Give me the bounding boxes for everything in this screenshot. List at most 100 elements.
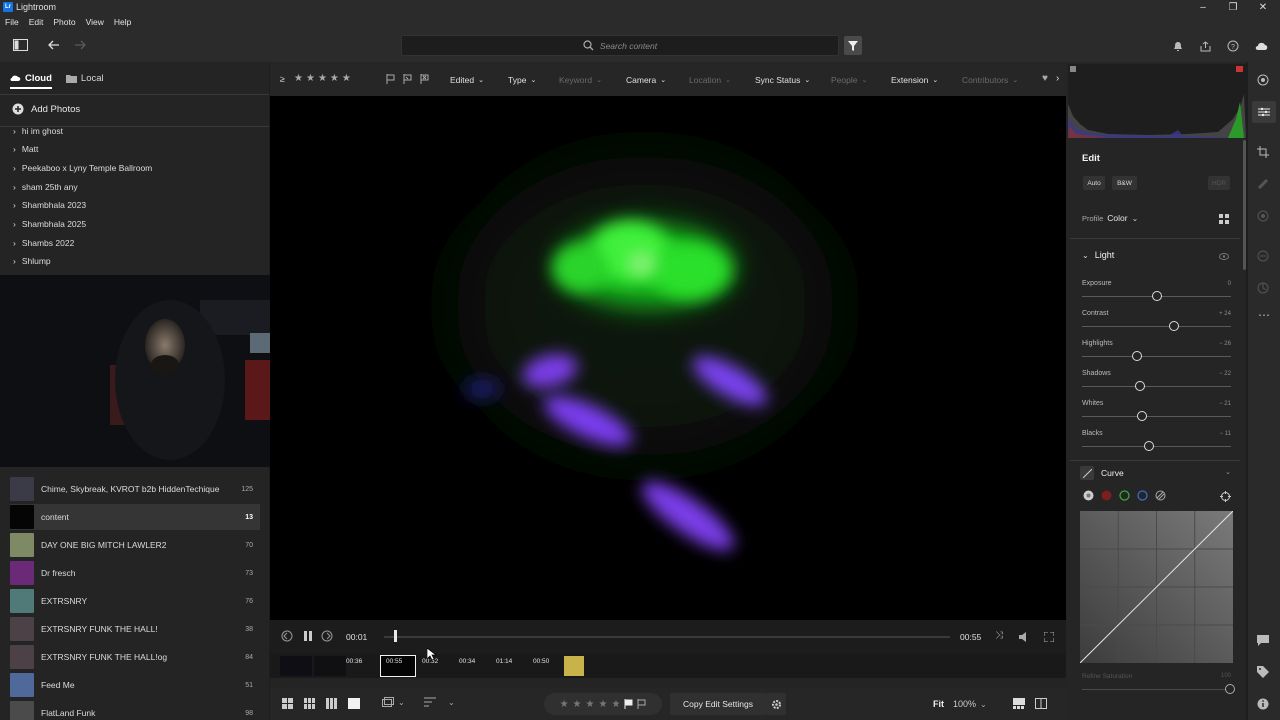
album-item[interactable]: › sham 25th any bbox=[13, 180, 78, 194]
flag-pick-icon[interactable] bbox=[624, 699, 633, 709]
tone-curve-graph[interactable] bbox=[1080, 511, 1233, 663]
panel-scrollbar[interactable] bbox=[1243, 140, 1246, 270]
info-icon[interactable] bbox=[1256, 73, 1270, 87]
rating-operator[interactable]: ≥ bbox=[280, 74, 285, 84]
presets-icon[interactable] bbox=[1256, 281, 1270, 295]
slider-track[interactable] bbox=[1082, 356, 1231, 357]
gear-icon[interactable] bbox=[766, 693, 786, 715]
slider-track[interactable] bbox=[1082, 416, 1231, 417]
back-arrow-icon[interactable] bbox=[46, 38, 62, 52]
collection-item[interactable]: DAY ONE BIG MITCH LAWLER2 70 bbox=[10, 532, 260, 558]
forward-arrow-icon[interactable] bbox=[72, 38, 88, 52]
curve-section-title[interactable]: Curve bbox=[1101, 468, 1124, 478]
flag-pick-icon[interactable] bbox=[403, 74, 412, 84]
video-scrubber[interactable] bbox=[384, 636, 950, 638]
star-icon[interactable]: ★ bbox=[611, 699, 620, 710]
shuffle-icon[interactable]: ⤨ bbox=[995, 630, 1003, 641]
fast-forward-icon[interactable] bbox=[321, 630, 333, 642]
before-after-icon[interactable] bbox=[1035, 698, 1047, 709]
slider-track[interactable] bbox=[1082, 446, 1231, 447]
album-item[interactable]: › Matt bbox=[13, 142, 38, 156]
fit-button[interactable]: Fit bbox=[933, 699, 944, 709]
collection-item[interactable]: EXTRSNRY FUNK THE HALL!og 84 bbox=[10, 644, 260, 670]
edit-sliders-icon[interactable] bbox=[1252, 101, 1276, 123]
slider-track[interactable] bbox=[1082, 386, 1231, 387]
search-input[interactable]: Search content bbox=[600, 41, 657, 51]
comment-icon[interactable] bbox=[1256, 633, 1270, 647]
album-item[interactable]: › Shambhala 2023 bbox=[13, 198, 86, 212]
grid-icon[interactable] bbox=[304, 698, 316, 709]
menu-photo[interactable]: Photo bbox=[53, 17, 75, 27]
rgb-channel-icon[interactable] bbox=[1083, 490, 1094, 501]
refine-saturation-value[interactable]: 100 bbox=[1221, 673, 1231, 679]
album-item[interactable]: › Shambs 2022 bbox=[13, 236, 74, 250]
slider-value[interactable]: − 21 bbox=[1219, 401, 1231, 407]
slider-value[interactable]: − 11 bbox=[1220, 431, 1231, 437]
filter-location[interactable]: Location ⌄ bbox=[689, 75, 731, 85]
flag-reject-icon[interactable] bbox=[420, 74, 429, 84]
shadow-clipping-icon[interactable] bbox=[1070, 66, 1076, 72]
slideshow-button[interactable]: ⌄ bbox=[382, 697, 405, 708]
blacks-slider-knob[interactable] bbox=[1144, 441, 1155, 451]
playhead[interactable] bbox=[394, 630, 398, 642]
star-icon[interactable]: ★ bbox=[586, 699, 595, 710]
filter-icon[interactable] bbox=[844, 36, 862, 55]
hdr-button[interactable]: HDR bbox=[1208, 176, 1230, 190]
collection-item[interactable]: FlatLand Funk 98 bbox=[10, 700, 260, 720]
filter-keyword[interactable]: Keyword ⌄ bbox=[559, 75, 602, 85]
share-icon[interactable] bbox=[1198, 39, 1212, 53]
minimize-icon[interactable]: – bbox=[1188, 0, 1218, 14]
filmstrip-thumbnail[interactable] bbox=[314, 656, 346, 676]
tab-cloud[interactable]: Cloud bbox=[10, 73, 52, 89]
slider-value[interactable]: − 26 bbox=[1219, 341, 1231, 347]
star-icon[interactable]: ★ bbox=[560, 699, 569, 710]
parametric-curve-icon[interactable] bbox=[1155, 490, 1166, 501]
bw-button[interactable]: B&W bbox=[1112, 176, 1137, 190]
compare-view-icon[interactable] bbox=[326, 698, 338, 709]
collection-item[interactable]: EXTRSNRY FUNK THE HALL! 38 bbox=[10, 616, 260, 642]
info-circle-icon[interactable] bbox=[1256, 697, 1270, 711]
collection-item[interactable]: Feed Me 51 bbox=[10, 672, 260, 698]
more-options-icon[interactable]: ⋯ bbox=[1258, 308, 1270, 322]
green-channel-icon[interactable] bbox=[1119, 490, 1130, 501]
red-channel-icon[interactable] bbox=[1101, 490, 1112, 501]
menu-edit[interactable]: Edit bbox=[29, 17, 44, 27]
healing-brush-icon[interactable] bbox=[1256, 177, 1270, 191]
filmstrip-toggle-icon[interactable] bbox=[1013, 698, 1025, 709]
zoom-dropdown[interactable]: 100% ⌄ bbox=[953, 699, 987, 709]
refine-saturation-track[interactable] bbox=[1082, 689, 1231, 690]
panel-toggle-icon[interactable] bbox=[12, 38, 28, 52]
filter-sync-status[interactable]: Sync Status ⌄ bbox=[755, 75, 810, 85]
chevron-right-icon[interactable]: › bbox=[1056, 73, 1059, 84]
album-item[interactable]: › Shlump bbox=[13, 254, 51, 268]
masking-icon[interactable] bbox=[1256, 209, 1270, 223]
filter-people[interactable]: People ⌄ bbox=[831, 75, 867, 85]
collection-item[interactable]: Chime, Skybreak, KVROT b2b HiddenTechiqu… bbox=[10, 476, 260, 502]
cloud-sync-icon[interactable] bbox=[1254, 39, 1270, 53]
collection-item[interactable]: content 13 bbox=[10, 504, 260, 530]
slider-value[interactable]: − 22 bbox=[1219, 371, 1231, 377]
copy-edit-settings-button[interactable]: Copy Edit Settings bbox=[670, 693, 766, 715]
rating-filter[interactable]: ★ ★ ★ ★ ★ bbox=[294, 73, 351, 84]
restore-icon[interactable]: ❐ bbox=[1218, 0, 1248, 14]
star-icon[interactable]: ★ bbox=[598, 699, 607, 710]
rewind-icon[interactable] bbox=[281, 630, 293, 642]
red-eye-icon[interactable] bbox=[1256, 249, 1270, 263]
loupe-view-icon[interactable] bbox=[348, 698, 360, 709]
search-bar[interactable]: Search content bbox=[401, 35, 839, 56]
bell-icon[interactable] bbox=[1171, 39, 1185, 53]
slider-value[interactable]: 0 bbox=[1228, 281, 1231, 287]
menu-file[interactable]: File bbox=[5, 17, 19, 27]
tab-local[interactable]: Local bbox=[65, 73, 104, 84]
eye-icon[interactable] bbox=[1218, 252, 1229, 261]
filter-type[interactable]: Type ⌄ bbox=[508, 75, 536, 85]
close-icon[interactable]: ✕ bbox=[1248, 0, 1278, 14]
star-icon[interactable]: ★ bbox=[573, 699, 582, 710]
photo-viewer[interactable] bbox=[270, 96, 1066, 620]
crop-icon[interactable] bbox=[1256, 145, 1270, 159]
filter-camera[interactable]: Camera ⌄ bbox=[626, 75, 666, 85]
star-icon[interactable]: ★ bbox=[330, 73, 339, 84]
filter-extension[interactable]: Extension ⌄ bbox=[891, 75, 938, 85]
filmstrip[interactable]: 00:36 00:55 00:32 00:34 01:14 00:50 bbox=[270, 654, 1066, 678]
blue-channel-icon[interactable] bbox=[1137, 490, 1148, 501]
